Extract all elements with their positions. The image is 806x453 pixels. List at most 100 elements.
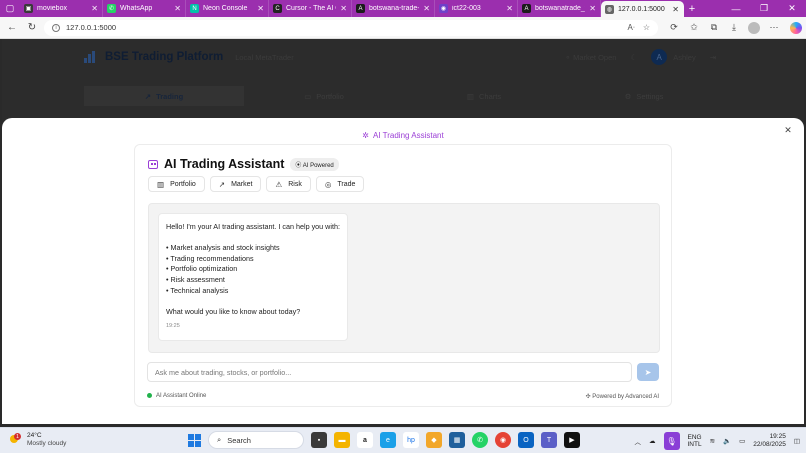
terminal-icon[interactable]: ▶ bbox=[564, 432, 580, 448]
tab-close-icon[interactable]: ✕ bbox=[174, 4, 181, 13]
refresh-icon[interactable]: ↻ bbox=[24, 20, 40, 36]
nav-tab-portfolio[interactable]: ▭ Portfolio bbox=[244, 86, 404, 106]
tab-close-icon[interactable]: ✕ bbox=[340, 4, 347, 13]
nav-tab-trading[interactable]: ↗ Trading bbox=[84, 86, 244, 106]
hp-icon[interactable]: hp bbox=[403, 432, 419, 448]
store-icon[interactable]: ▦ bbox=[449, 432, 465, 448]
browser-tab[interactable]: ◍ 127.0.0.1:5000 ✕ bbox=[601, 1, 684, 17]
battery-icon[interactable]: ▭ bbox=[739, 437, 745, 445]
microphone-icon[interactable]: 🎙 bbox=[663, 432, 680, 450]
edge-icon[interactable]: e bbox=[380, 432, 396, 448]
quick-action-trade[interactable]: ◎ Trade bbox=[315, 176, 365, 192]
tab-favicon-icon: ◉ bbox=[439, 4, 448, 13]
send-icon: ➤ bbox=[644, 367, 652, 377]
search-label: Search bbox=[227, 435, 251, 445]
bar-chart-icon: ▥ bbox=[466, 91, 474, 101]
chrome-icon[interactable]: ◉ bbox=[495, 432, 511, 448]
volume-icon[interactable]: 🔈 bbox=[723, 437, 731, 445]
taskbar-search[interactable]: ⌕ Search bbox=[208, 431, 304, 449]
theme-toggle-icon[interactable]: ☾ bbox=[630, 53, 637, 62]
chat-composer: ➤ bbox=[147, 362, 659, 382]
browser-tab[interactable]: Abotswana-trade-d ✕ bbox=[352, 0, 435, 17]
weather-icon bbox=[10, 433, 22, 445]
browser-tab[interactable]: ◉ ict22-003 ✕ bbox=[435, 0, 518, 17]
tab-title: WhatsApp bbox=[120, 5, 153, 12]
teams-icon[interactable]: T bbox=[541, 432, 557, 448]
maximize-icon[interactable]: ❐ bbox=[750, 0, 778, 17]
close-icon[interactable]: ✕ bbox=[782, 124, 794, 136]
tray-chevron-icon[interactable]: ︿ bbox=[635, 436, 642, 446]
tab-close-icon[interactable]: ✕ bbox=[91, 4, 98, 13]
tab-close-icon[interactable]: ✕ bbox=[506, 4, 513, 13]
chat-input[interactable] bbox=[147, 362, 632, 382]
downloads-icon[interactable]: ⤓ bbox=[726, 20, 742, 36]
favorite-star-icon[interactable]: ☆ bbox=[643, 23, 650, 32]
logout-icon[interactable]: ⇥ bbox=[710, 53, 716, 62]
amazon-icon[interactable]: a bbox=[357, 432, 373, 448]
send-button[interactable]: ➤ bbox=[637, 363, 659, 381]
read-aloud-icon[interactable]: Aᐧ bbox=[627, 23, 634, 32]
quick-actions: ▥ Portfolio ↗ Market ⚠ Risk ◎ Trade bbox=[148, 176, 365, 192]
start-icon[interactable] bbox=[188, 433, 201, 447]
close-window-icon[interactable]: ✕ bbox=[778, 0, 806, 17]
quick-action-label: Market bbox=[231, 180, 253, 188]
warning-icon: ⚠ bbox=[275, 179, 283, 189]
copilot-icon[interactable] bbox=[790, 21, 802, 34]
tab-close-icon[interactable]: ✕ bbox=[589, 4, 596, 13]
app-title: BSE Trading Platform bbox=[105, 51, 224, 63]
message-greeting: Hello! I'm your AI trading assistant. I … bbox=[166, 222, 340, 231]
notifications-icon[interactable]: ◫ bbox=[794, 437, 800, 445]
extensions-icon[interactable]: ⟳ bbox=[666, 20, 682, 36]
nav-tab-settings[interactable]: ⚙ Settings bbox=[564, 86, 724, 106]
file-explorer-icon[interactable]: ▬ bbox=[334, 432, 350, 448]
quick-action-market[interactable]: ↗ Market bbox=[209, 176, 262, 192]
favorites-icon[interactable]: ✩ bbox=[686, 20, 702, 36]
profile-avatar[interactable] bbox=[748, 21, 760, 34]
ai-chip-icon: ✣ bbox=[585, 394, 591, 400]
outlook-icon[interactable]: O bbox=[518, 432, 534, 448]
market-status: ⚬ Market Open bbox=[564, 52, 617, 62]
quick-action-portfolio[interactable]: ▥ Portfolio bbox=[148, 176, 205, 192]
language-indicator[interactable]: ENG INTL bbox=[688, 434, 702, 449]
tab-close-icon[interactable]: ✕ bbox=[672, 5, 679, 14]
weather-temp: 24°C bbox=[27, 432, 42, 439]
user-menu[interactable]: A Ashley bbox=[651, 49, 696, 65]
app-header: BSE Trading Platform Local MetaTrader ⚬ … bbox=[2, 39, 804, 75]
quick-action-label: Risk bbox=[288, 180, 302, 188]
back-icon[interactable]: ← bbox=[4, 20, 20, 36]
tab-close-icon[interactable]: ✕ bbox=[423, 4, 430, 13]
weather-widget[interactable]: 24°C Mostly cloudy bbox=[10, 432, 66, 448]
modal-title: ✲ AI Trading Assistant bbox=[362, 131, 444, 140]
user-name: Ashley bbox=[673, 52, 696, 62]
tab-actions-icon[interactable]: ▢ bbox=[0, 0, 20, 17]
tab-title: 127.0.0.1:5000 bbox=[618, 5, 665, 13]
vscode-icon[interactable]: ◆ bbox=[426, 432, 442, 448]
tab-close-icon[interactable]: ✕ bbox=[257, 4, 264, 13]
quick-action-risk[interactable]: ⚠ Risk bbox=[266, 176, 311, 192]
nav-tab-label: Trading bbox=[156, 91, 184, 101]
clock[interactable]: 19:25 22/08/2025 bbox=[753, 433, 786, 449]
collections-icon[interactable]: ⧉ bbox=[706, 20, 722, 36]
browser-tab[interactable]: ✆ WhatsApp ✕ bbox=[103, 0, 186, 17]
new-tab-button[interactable]: + bbox=[684, 0, 700, 17]
minimize-icon[interactable]: — bbox=[722, 0, 750, 17]
tab-favicon-icon: A bbox=[522, 4, 531, 13]
whatsapp-icon[interactable]: ✆ bbox=[472, 432, 488, 448]
url-text: 127.0.0.1:5000 bbox=[66, 23, 117, 32]
browser-tab[interactable]: Abotswanatrade_tra ✕ bbox=[518, 0, 601, 17]
more-menu-icon[interactable]: ⋯ bbox=[766, 20, 782, 36]
task-view-icon[interactable]: ▪ bbox=[311, 432, 327, 448]
bot-icon bbox=[148, 159, 158, 169]
nav-tab-charts[interactable]: ▥ Charts bbox=[404, 86, 564, 106]
wifi-icon[interactable]: ≋ bbox=[710, 437, 715, 445]
url-field[interactable]: i 127.0.0.1:5000 Aᐧ ☆ bbox=[44, 19, 658, 36]
browser-tab[interactable]: N Neon Console ✕ bbox=[186, 0, 269, 17]
onedrive-icon[interactable]: ☁ bbox=[649, 437, 656, 445]
browser-tab[interactable]: C Cursor - The AI Co ✕ bbox=[269, 0, 352, 17]
address-bar: ← ↻ i 127.0.0.1:5000 Aᐧ ☆ ⟳ ✩ ⧉ ⤓ ⋯ bbox=[0, 17, 806, 39]
tab-favicon-icon: C bbox=[273, 4, 282, 13]
message-bullet: • Portfolio optimization bbox=[166, 264, 238, 274]
browser-tab[interactable]: ▣ moviebox ✕ bbox=[20, 0, 103, 17]
site-info-icon[interactable]: i bbox=[52, 23, 60, 32]
tab-title: moviebox bbox=[37, 5, 67, 12]
